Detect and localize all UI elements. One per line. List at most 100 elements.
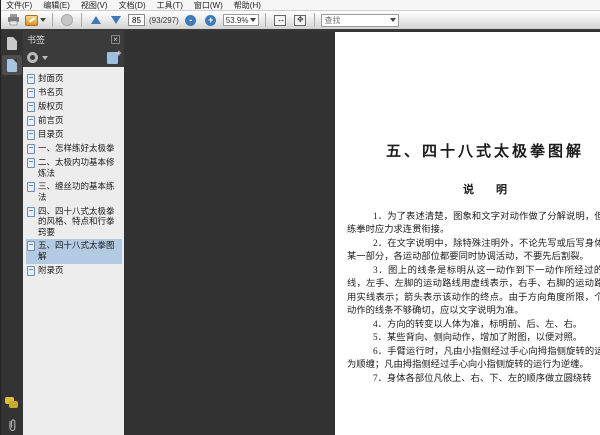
chevron-down-icon xyxy=(250,18,257,22)
bookmark-item[interactable]: 目录页 xyxy=(26,128,122,142)
chevron-down-icon xyxy=(42,55,48,60)
zoom-level-select[interactable]: 53.9% xyxy=(222,14,260,26)
bookmark-item[interactable]: 附录页 xyxy=(26,264,122,278)
body-paragraph: 6．手臂运行时，凡由小指侧经过手心向拇指侧旋转的运行为顺缠；凡由拇指侧经过手心向… xyxy=(347,346,600,371)
attachments-paperclip-icon xyxy=(9,419,16,431)
bookmark-item[interactable]: 封面页 xyxy=(26,72,122,86)
zoom-out-button[interactable]: - xyxy=(183,12,199,28)
bookmarks-panel-title: 书签 xyxy=(27,35,46,45)
body-paragraph: 3．图上的线条是标明从这一动作到下一动作所经过的路线，左手、左脚的运动路线用虚线… xyxy=(347,265,600,317)
comments-panel-button[interactable] xyxy=(2,393,22,413)
bookmark-item[interactable]: 四、四十八式太极拳的风格、特点和行拳窍要 xyxy=(26,205,122,240)
body-paragraph: 1．为了表述清楚，图象和文字对动作做了分解说明，但在练拳时应力求连贯衔接。 xyxy=(347,212,600,236)
zoom-in-button[interactable]: + xyxy=(203,12,219,28)
bookmark-item[interactable]: 一、怎样练好太极拳 xyxy=(26,142,122,156)
previous-view-button[interactable] xyxy=(59,12,75,28)
bookmark-item-label: 目录页 xyxy=(38,129,64,139)
body-paragraph: 5．某些背向、侧向动作，增加了附图，以便对照。 xyxy=(373,333,583,344)
bookmarks-panel: 书签 × 封面页 xyxy=(23,31,124,435)
document-page: 五、四十八式太极拳图解 说 明 1．为了表述清楚，图象和文字对动作做了分解说明，… xyxy=(335,32,600,435)
print-button[interactable] xyxy=(5,12,21,28)
new-bookmark-button[interactable] xyxy=(104,48,122,66)
menu-item[interactable]: 工具(T) xyxy=(157,0,183,11)
bookmark-item-label: 封面页 xyxy=(38,73,64,83)
page-number-label: 85 xyxy=(335,388,600,398)
fit-width-icon xyxy=(274,14,287,26)
bookmark-item-label: 前言页 xyxy=(38,115,64,125)
bookmark-item-label: 版权页 xyxy=(38,101,64,111)
fit-width-button[interactable] xyxy=(272,12,288,28)
zoom-level-value: 53.9% xyxy=(225,15,249,25)
close-panel-button[interactable]: × xyxy=(111,35,120,44)
bookmark-item-label: 三、缠丝功的基本练法 xyxy=(38,181,115,202)
chevron-down-icon xyxy=(40,18,46,22)
toolbar-separator xyxy=(314,13,316,27)
bookmark-page-icon xyxy=(27,116,35,126)
bookmark-list: 封面页 书名页 版权页 前言页 目录页 一、怎样练好太极拳 二、太极内功基本修炼… xyxy=(23,67,124,435)
bookmark-page-icon xyxy=(27,206,35,217)
fit-page-button[interactable] xyxy=(292,12,308,28)
bookmark-item[interactable]: 前言页 xyxy=(26,114,122,128)
menu-item[interactable]: 文档(D) xyxy=(119,0,146,11)
page-count-label: (93/297) xyxy=(149,15,179,25)
comments-panel-icon xyxy=(5,396,19,410)
toolbar-separator xyxy=(81,13,82,27)
next-page-button[interactable] xyxy=(108,12,124,28)
bookmarks-panel-toolbar xyxy=(23,48,124,67)
menu-item[interactable]: 帮助(H) xyxy=(234,0,261,11)
bookmark-page-icon xyxy=(27,265,35,276)
document-canvas[interactable]: 五、四十八式太极拳图解 说 明 1．为了表述清楚，图象和文字对动作做了分解说明，… xyxy=(124,31,600,435)
previous-view-icon xyxy=(61,14,73,26)
bookmark-page-icon xyxy=(27,130,35,140)
bookmark-item-label: 一、怎样练好太极拳 xyxy=(38,143,115,153)
export-icon xyxy=(25,14,38,26)
new-bookmark-icon xyxy=(106,48,122,64)
bookmark-item-label: 附录页 xyxy=(38,264,64,275)
bookmark-item[interactable]: 书名页 xyxy=(26,86,122,100)
menu-bar: 文件(F) 编辑(E) 视图(V) 文档(D) 工具(T) 窗口(W) 帮助(H) xyxy=(1,0,600,11)
body-paragraph: 2．在文字说明中，除特殊注明外，不论先写或后写身体的某一部分，各运动部位都要同时… xyxy=(347,238,600,263)
menu-item[interactable]: 窗口(W) xyxy=(194,0,223,11)
bookmark-page-icon xyxy=(27,158,35,168)
page-subtitle: 说 明 xyxy=(463,184,507,196)
previous-page-button[interactable] xyxy=(88,12,104,28)
navigation-icon-strip xyxy=(1,31,23,435)
attachments-panel-button[interactable] xyxy=(2,415,22,435)
toolbar-separator xyxy=(265,13,267,27)
menu-item[interactable]: 视图(V) xyxy=(81,0,108,11)
toolbar: (93/297) - + 53.9% xyxy=(1,11,600,31)
bookmark-item[interactable]: 二、太极内功基本修炼法 xyxy=(26,156,122,180)
page-number-input[interactable] xyxy=(128,14,145,26)
menu-item[interactable]: 文件(F) xyxy=(6,0,32,11)
bookmark-options-button[interactable] xyxy=(27,50,48,66)
bookmark-item[interactable]: 版权页 xyxy=(26,100,122,114)
options-gear-icon xyxy=(27,52,38,63)
find-input[interactable] xyxy=(324,15,389,25)
bookmark-page-icon xyxy=(27,182,35,193)
body-paragraph: 4．方向的转变以人体为准，标明前、后、左、右。 xyxy=(373,319,583,330)
export-button[interactable] xyxy=(25,12,46,28)
bookmarks-panel-button[interactable] xyxy=(2,55,22,75)
bookmark-page-icon xyxy=(27,241,35,252)
bookmark-item[interactable]: 五、四十八式太拳图解 xyxy=(26,239,122,264)
fit-page-icon xyxy=(294,14,307,26)
bookmark-page-icon xyxy=(27,144,35,154)
page-down-icon xyxy=(111,16,121,24)
bookmark-item-label: 四、四十八式太极拳的风格、特点和行拳窍要 xyxy=(38,205,115,237)
bookmarks-panel-icon xyxy=(7,58,17,72)
menu-item[interactable]: 编辑(E) xyxy=(43,0,70,11)
body-paragraph: 7．身体各部位凡依上、右、下、左的顺序做立圆绕转 xyxy=(373,373,592,384)
printer-icon xyxy=(7,14,19,26)
chevron-down-icon xyxy=(390,18,397,22)
page-body: 1．为了表述清楚，图象和文字对动作做了分解说明，但在练拳时应力求连贯衔接。 2．… xyxy=(347,211,600,386)
find-box[interactable] xyxy=(321,13,400,27)
pages-panel-icon xyxy=(7,36,17,50)
bookmark-page-icon xyxy=(27,102,35,112)
page-up-icon xyxy=(91,16,101,24)
pdf-reader-window: 文件(F) 编辑(E) 视图(V) 文档(D) 工具(T) 窗口(W) 帮助(H) (93/… xyxy=(0,0,600,435)
toolbar-separator xyxy=(52,13,53,27)
bookmarks-panel-header: 书签 × xyxy=(23,31,124,48)
pages-panel-button[interactable] xyxy=(2,33,22,53)
bookmark-item[interactable]: 三、缠丝功的基本练法 xyxy=(26,180,122,204)
zoom-in-icon: + xyxy=(205,14,217,26)
